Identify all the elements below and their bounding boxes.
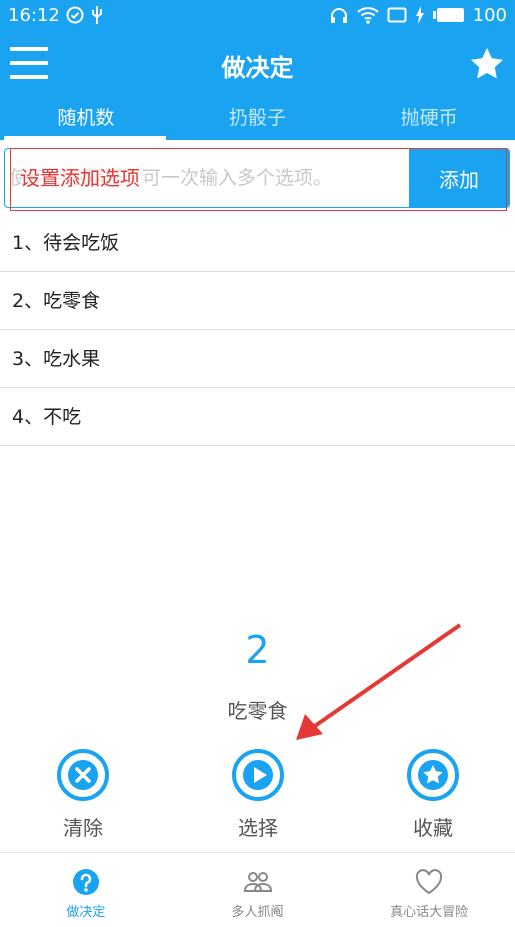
charging-icon [415, 6, 425, 24]
question-icon [72, 869, 99, 895]
play-circle-icon [232, 749, 284, 801]
bottom-nav: 做决定 多人抓阄 真心话大冒险 [0, 852, 515, 927]
nav-label: 做决定 [66, 905, 106, 920]
screen-icon [387, 7, 407, 23]
favorite-button[interactable]: 收藏 [388, 748, 478, 841]
select-label: 选择 [238, 816, 278, 840]
wifi-icon [356, 6, 379, 24]
options-list: 1、待会吃饭 2、吃零食 3、吃水果 4、不吃 [0, 214, 515, 446]
check-circle-icon [66, 6, 84, 24]
status-right: 100 [329, 5, 507, 26]
status-left: 16:12 [8, 5, 104, 26]
result-text: 吃零食 [227, 699, 288, 723]
star-circle-icon [407, 749, 459, 801]
tab-flip-coin[interactable]: 抛硬币 [343, 98, 515, 140]
favorite-label: 收藏 [413, 816, 453, 840]
nav-decide[interactable]: 做决定 [0, 853, 172, 927]
title-bar: 做决定 [0, 30, 515, 98]
clear-button[interactable]: 清除 [38, 748, 128, 841]
list-item[interactable]: 2、吃零食 [0, 272, 515, 330]
tab-random-number[interactable]: 随机数 [0, 98, 172, 140]
add-button[interactable]: 添加 [409, 149, 509, 207]
battery-level: 100 [472, 4, 507, 26]
people-icon [243, 872, 272, 892]
select-button[interactable]: 选择 [213, 748, 303, 841]
nav-label: 真心话大冒险 [390, 905, 469, 920]
usb-icon [90, 5, 104, 25]
list-item[interactable]: 1、待会吃饭 [0, 214, 515, 272]
headphones-icon [329, 6, 349, 24]
annotation-label: 设置添加选项 [20, 162, 140, 191]
status-time: 16:12 [8, 4, 60, 26]
nav-label: 多人抓阄 [231, 905, 284, 920]
battery-icon [432, 7, 465, 23]
heart-icon [416, 869, 443, 895]
list-item[interactable]: 3、吃水果 [0, 330, 515, 388]
tab-bar: 随机数 扔骰子 抛硬币 [0, 98, 515, 140]
nav-truth-or-dare[interactable]: 真心话大冒险 [343, 853, 515, 927]
clear-label: 清除 [63, 816, 103, 840]
status-bar: 16:12 100 [0, 0, 515, 30]
close-circle-icon [57, 749, 109, 801]
result-number: 2 [245, 628, 270, 672]
list-item[interactable]: 4、不吃 [0, 388, 515, 446]
page-title: 做决定 [221, 54, 294, 82]
nav-multi-draw[interactable]: 多人抓阄 [172, 853, 344, 927]
tab-roll-dice[interactable]: 扔骰子 [172, 98, 344, 140]
star-icon[interactable] [469, 46, 505, 82]
